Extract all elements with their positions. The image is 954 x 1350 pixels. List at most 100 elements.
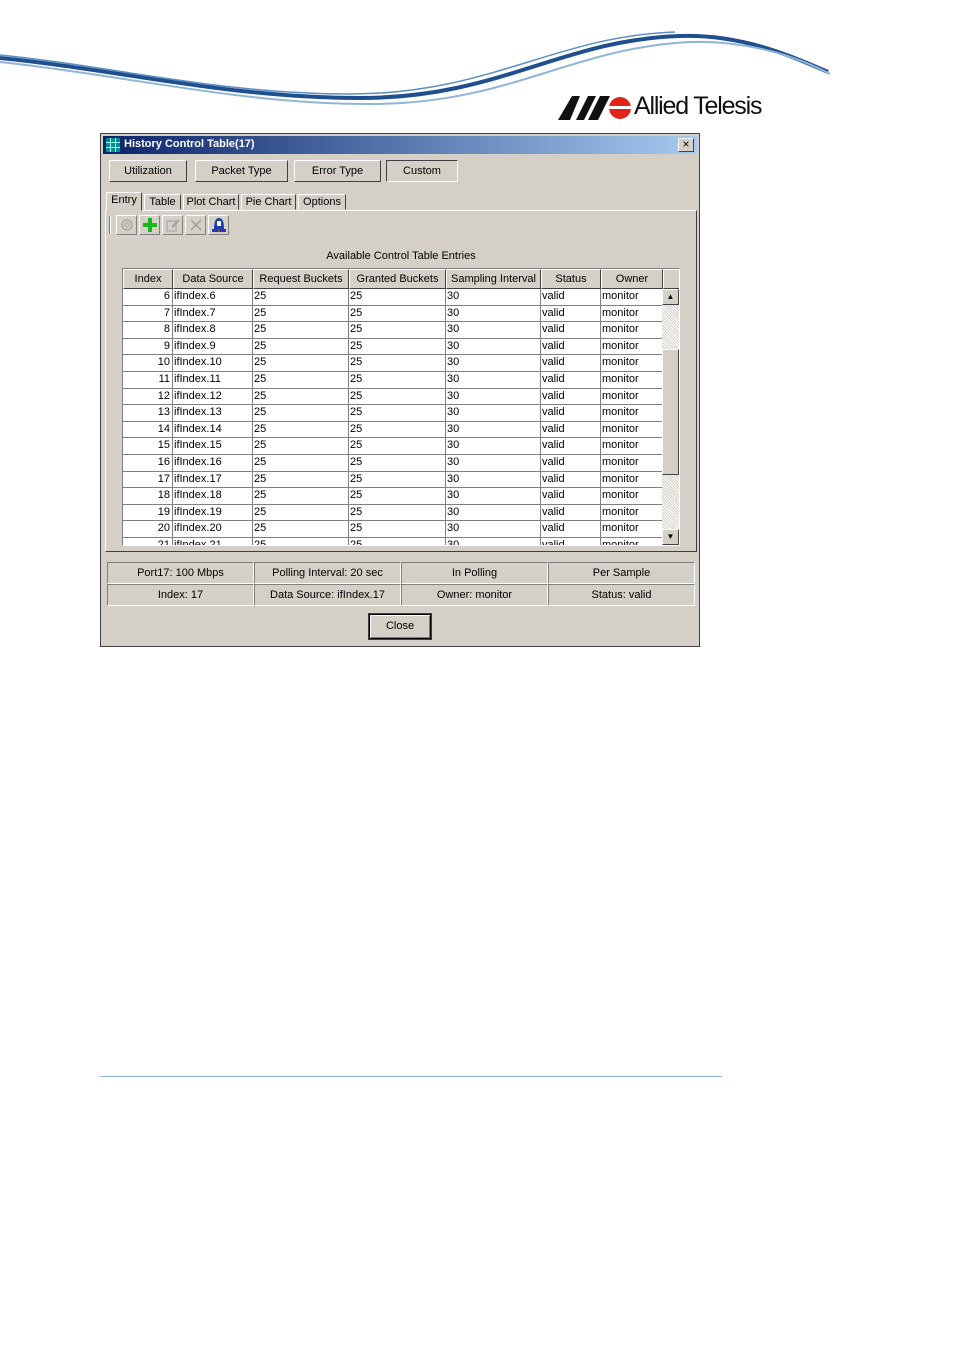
table-row[interactable]: 11 ifIndex.11 25 25 30 valid monitor (123, 371, 663, 389)
cell-owner: monitor (601, 338, 663, 355)
cell-owner: monitor (601, 305, 663, 322)
table-row[interactable]: 13 ifIndex.13 25 25 30 valid monitor (123, 405, 663, 422)
table-row[interactable]: 10 ifIndex.10 25 25 30 valid monitor (123, 355, 663, 372)
column-header-sampling-interval[interactable]: Sampling Interval (446, 269, 541, 289)
cell-status: valid (541, 454, 601, 471)
refresh-tool-button[interactable] (116, 215, 137, 235)
tab-plot-chart[interactable]: Plot Chart (183, 194, 239, 210)
tab-pie-chart[interactable]: Pie Chart (241, 194, 296, 210)
brand-name: Allied Telesis (634, 92, 762, 120)
table-row[interactable]: 21 ifIndex.21 25 25 30 valid monitor (123, 537, 663, 545)
cell-sampling-interval: 30 (446, 322, 541, 338)
cell-status: valid (541, 338, 601, 355)
cell-owner: monitor (601, 454, 663, 471)
custom-button[interactable]: Custom (386, 160, 458, 182)
cell-granted-buckets: 25 (349, 305, 446, 322)
cell-sampling-interval: 30 (446, 438, 541, 454)
scroll-down-button[interactable]: ▼ (662, 529, 679, 545)
table-row[interactable]: 9 ifIndex.9 25 25 30 valid monitor (123, 338, 663, 356)
scroll-up-button[interactable]: ▲ (662, 289, 679, 305)
close-window-button[interactable]: × (678, 138, 694, 152)
cell-owner: monitor (601, 388, 663, 405)
tab-options[interactable]: Options (298, 194, 346, 210)
refresh-icon (120, 219, 133, 231)
table-row[interactable]: 14 ifIndex.14 25 25 30 valid monitor (123, 421, 663, 439)
edit-tool-button[interactable] (162, 215, 183, 235)
utilization-button[interactable]: Utilization (109, 160, 187, 182)
alarm-icon (211, 218, 226, 233)
column-header-data-source[interactable]: Data Source (173, 269, 253, 289)
cell-index: 19 (123, 504, 173, 521)
add-tool-button[interactable] (139, 215, 160, 235)
title-bar[interactable]: History Control Table(17) × (103, 136, 697, 154)
column-header-status[interactable]: Status (541, 269, 601, 289)
table-row[interactable]: 16 ifIndex.16 25 25 30 valid monitor (123, 454, 663, 472)
table-row[interactable]: 18 ifIndex.18 25 25 30 valid monitor (123, 488, 663, 505)
vertical-scrollbar[interactable]: ▲ ▼ (662, 289, 679, 545)
cell-status: valid (541, 438, 601, 454)
status-owner: Owner: monitor (401, 584, 548, 606)
cell-granted-buckets: 25 (349, 488, 446, 504)
cell-request-buckets: 25 (253, 438, 349, 454)
cell-index: 6 (123, 289, 173, 305)
toolbar-separator (109, 216, 111, 234)
cell-index: 13 (123, 405, 173, 421)
status-sample-mode: Per Sample (548, 562, 695, 584)
table-row[interactable]: 7 ifIndex.7 25 25 30 valid monitor (123, 305, 663, 323)
table-row[interactable]: 6 ifIndex.6 25 25 30 valid monitor (123, 289, 663, 306)
cell-request-buckets: 25 (253, 488, 349, 504)
column-header-granted-buckets[interactable]: Granted Buckets (349, 269, 446, 289)
tab-entry[interactable]: Entry (106, 192, 142, 211)
table-row[interactable]: 17 ifIndex.17 25 25 30 valid monitor (123, 471, 663, 489)
column-header-request-buckets[interactable]: Request Buckets (253, 269, 349, 289)
cell-granted-buckets: 25 (349, 471, 446, 488)
cell-request-buckets: 25 (253, 504, 349, 521)
alarm-tool-button[interactable] (208, 215, 229, 235)
cell-index: 15 (123, 438, 173, 454)
cell-status: valid (541, 405, 601, 421)
table-row[interactable]: 15 ifIndex.15 25 25 30 valid monitor (123, 438, 663, 455)
window-title: History Control Table(17) (124, 138, 255, 150)
cell-granted-buckets: 25 (349, 289, 446, 305)
cell-data-source: ifIndex.11 (173, 371, 253, 388)
delete-tool-button[interactable] (185, 215, 206, 235)
error-type-button[interactable]: Error Type (294, 160, 381, 182)
cell-index: 7 (123, 305, 173, 322)
tab-table[interactable]: Table (144, 194, 181, 210)
cell-status: valid (541, 537, 601, 545)
close-button[interactable]: Close (368, 613, 432, 640)
status-port-speed: Port17: 100 Mbps (107, 562, 254, 584)
cell-index: 18 (123, 488, 173, 504)
cell-data-source: ifIndex.16 (173, 454, 253, 471)
cell-request-buckets: 25 (253, 521, 349, 537)
cell-request-buckets: 25 (253, 322, 349, 338)
cell-data-source: ifIndex.20 (173, 521, 253, 537)
table-body: 6 ifIndex.6 25 25 30 valid monitor 7 ifIndex.7 25… (123, 289, 663, 545)
cell-status: valid (541, 355, 601, 371)
cell-sampling-interval: 30 (446, 454, 541, 471)
cell-index: 10 (123, 355, 173, 371)
cell-owner: monitor (601, 537, 663, 545)
cell-index: 20 (123, 521, 173, 537)
cell-data-source: ifIndex.10 (173, 355, 253, 371)
cell-sampling-interval: 30 (446, 405, 541, 421)
control-table: Index Data Source Request Buckets Grante… (122, 268, 680, 546)
cell-owner: monitor (601, 289, 663, 305)
cell-owner: monitor (601, 355, 663, 371)
column-header-index[interactable]: Index (123, 269, 173, 289)
table-row[interactable]: 19 ifIndex.19 25 25 30 valid monitor (123, 504, 663, 522)
cell-granted-buckets: 25 (349, 338, 446, 355)
brand-logo: Allied Telesis (558, 92, 788, 126)
scroll-thumb[interactable] (662, 349, 679, 475)
cell-granted-buckets: 25 (349, 421, 446, 438)
status-valid: Status: valid (548, 584, 695, 606)
cell-granted-buckets: 25 (349, 504, 446, 521)
packet-type-button[interactable]: Packet Type (195, 160, 288, 182)
table-row[interactable]: 20 ifIndex.20 25 25 30 valid monitor (123, 521, 663, 538)
cell-sampling-interval: 30 (446, 338, 541, 355)
table-row[interactable]: 12 ifIndex.12 25 25 30 valid monitor (123, 388, 663, 406)
cell-request-buckets: 25 (253, 371, 349, 388)
cell-index: 12 (123, 388, 173, 405)
table-row[interactable]: 8 ifIndex.8 25 25 30 valid monitor (123, 322, 663, 339)
column-header-owner[interactable]: Owner (601, 269, 663, 289)
